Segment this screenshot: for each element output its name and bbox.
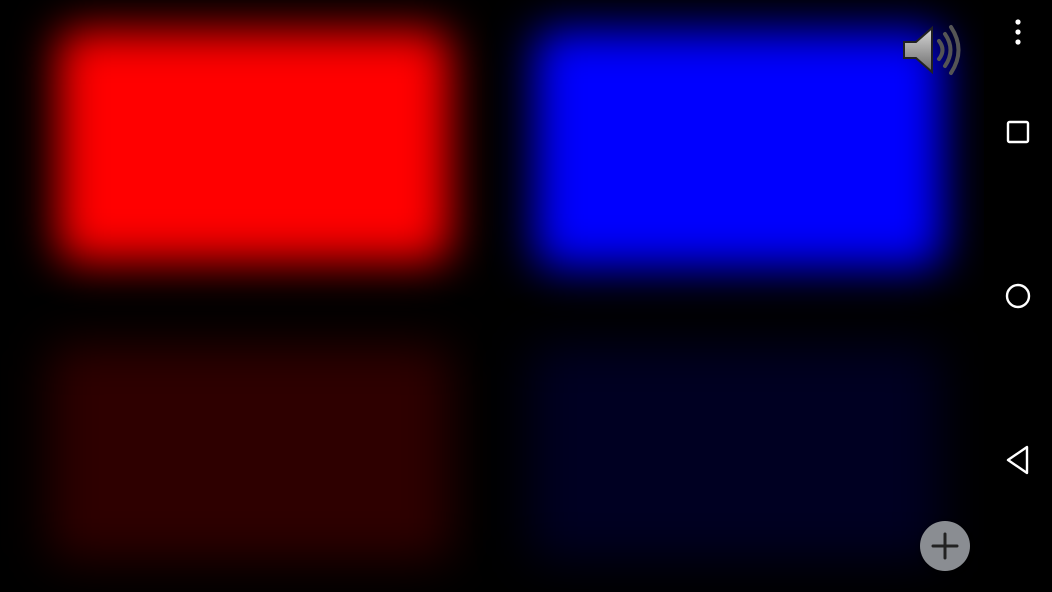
back-button[interactable]	[984, 440, 1052, 480]
light-stage	[0, 0, 984, 592]
sound-toggle-button[interactable]	[900, 22, 966, 78]
home-button[interactable]	[984, 276, 1052, 316]
plus-icon	[931, 532, 959, 560]
recents-square-icon	[1006, 120, 1030, 144]
blue-light-panel-top[interactable]	[535, 30, 943, 268]
overflow-menu-icon	[1015, 19, 1021, 45]
add-button[interactable]	[920, 521, 970, 571]
red-light-panel-bottom[interactable]	[50, 345, 450, 560]
blue-light-panel-bottom[interactable]	[530, 345, 940, 560]
recents-button[interactable]	[984, 112, 1052, 152]
overflow-menu-button[interactable]	[984, 14, 1052, 50]
back-triangle-icon	[1006, 445, 1029, 475]
speaker-volume-icon	[903, 25, 961, 75]
system-navigation-bar	[984, 0, 1052, 592]
home-circle-icon	[1005, 283, 1031, 309]
red-light-panel-top[interactable]	[58, 30, 450, 262]
